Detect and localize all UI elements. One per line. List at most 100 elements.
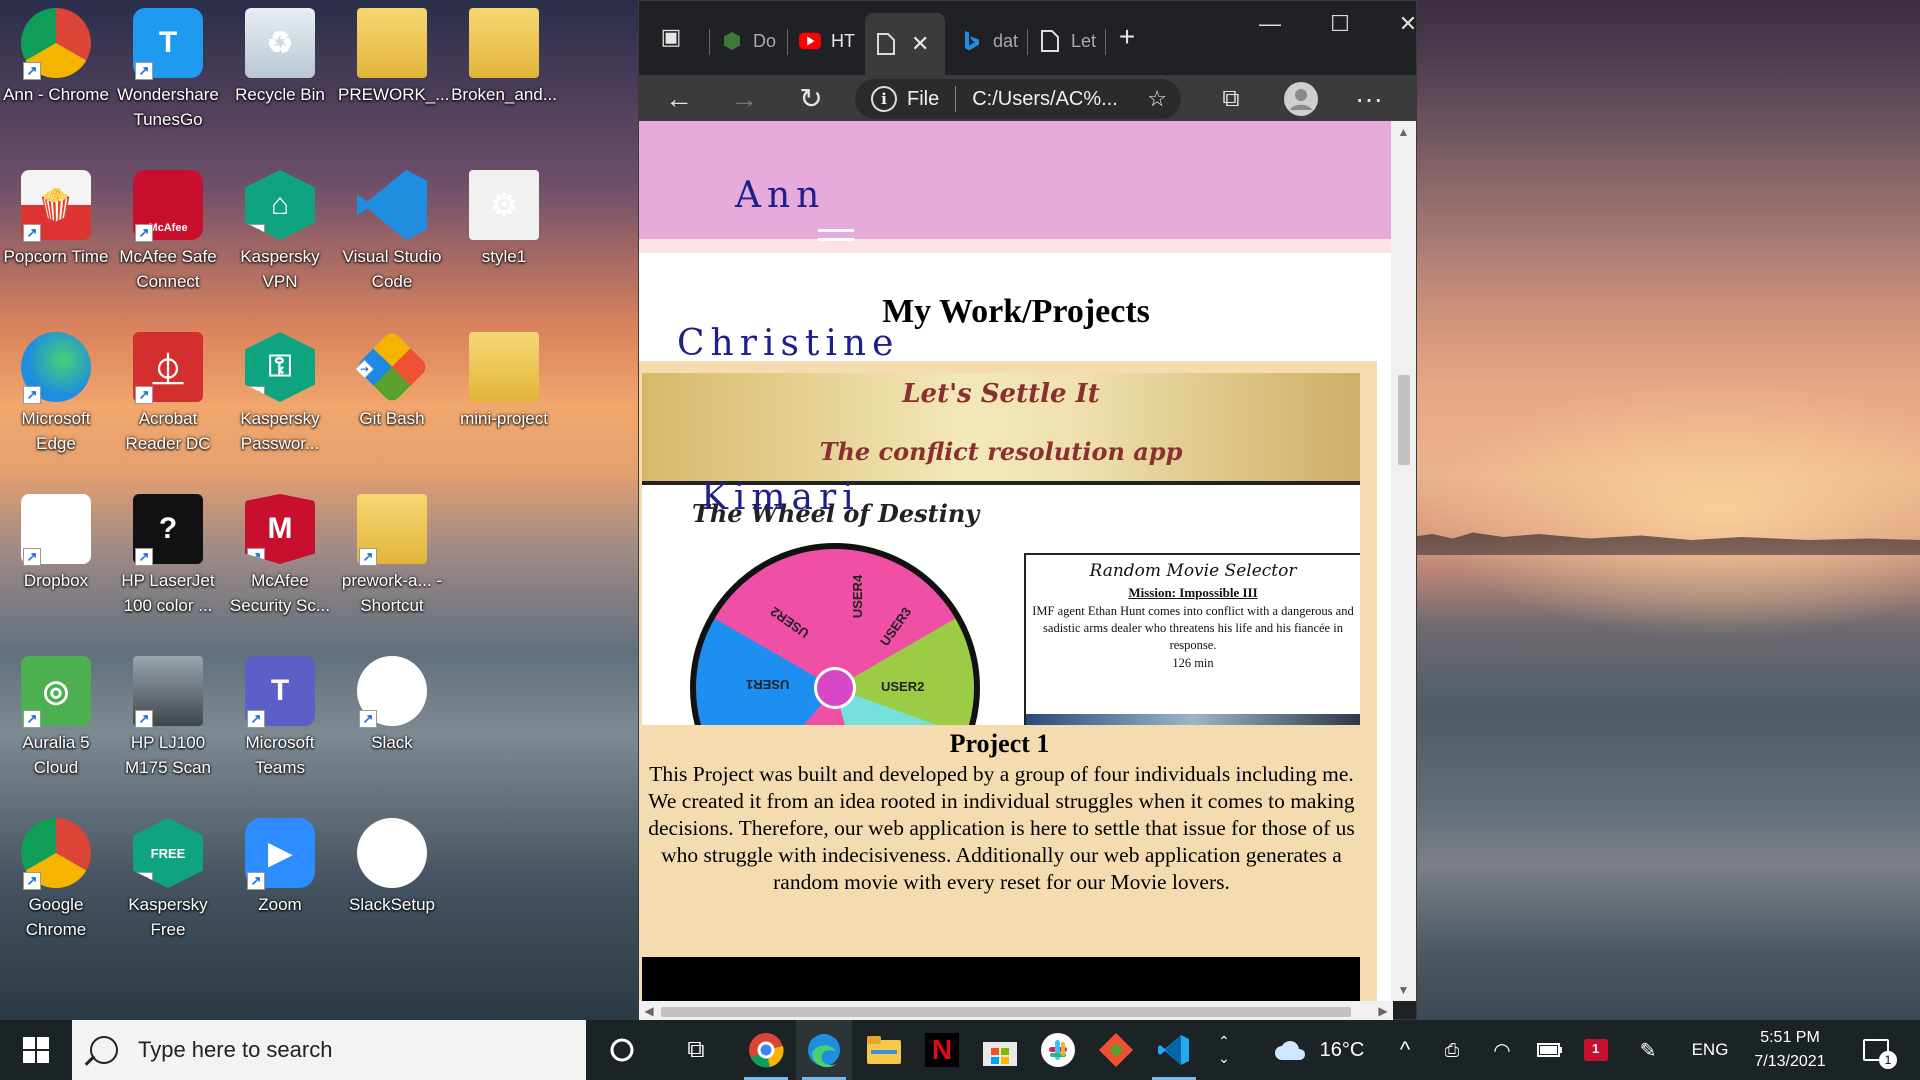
battery-icon[interactable] (1534, 1020, 1566, 1080)
desktop-icon-style1-file[interactable]: ⚙ style1 (450, 164, 558, 304)
shortcut-arrow-icon: ↗ (23, 62, 41, 80)
nav-toggle-icon[interactable] (818, 229, 854, 251)
pen-icon[interactable]: ✎ (1632, 1020, 1664, 1080)
visual-studio-code-icon: ↗ (357, 170, 427, 240)
desktop-icon-zoom[interactable]: ▶ ↗ Zoom (226, 812, 334, 952)
horizontal-scrollbar[interactable]: ◀ ▶ (639, 1001, 1393, 1021)
more-menu-icon[interactable]: ··· (1351, 81, 1387, 117)
desktop-icon-label: Ann - Chrome (3, 85, 109, 104)
address-bar[interactable]: i File C:/Users/AC%... ☆ (855, 79, 1181, 119)
kaspersky-password-icon: ⚿ ↗ (245, 332, 315, 402)
scroll-thumb[interactable] (1398, 375, 1410, 465)
address-url[interactable]: C:/Users/AC%... (972, 88, 1118, 111)
desktop-icon-mcafee-security-scan[interactable]: M ↗ McAfee Security Sc... (226, 488, 334, 628)
desktop-icon-mini-project-folder[interactable]: mini-project (450, 326, 558, 466)
wheel-spin-button[interactable] (814, 667, 856, 709)
wheel-of-destiny[interactable]: USER4 USER3 USER2 USER1 USER2 (690, 543, 980, 725)
profile-icon[interactable] (1283, 81, 1319, 117)
desktop-icon-hp-laserjet[interactable]: ? ↗ HP LaserJet 100 color ... (114, 488, 222, 628)
desktop-icon-slack-setup[interactable]: ✱ SlackSetup (338, 812, 446, 952)
tab-3-close-icon[interactable]: ✕ (911, 31, 929, 57)
new-tab-icon[interactable]: + (1109, 19, 1145, 55)
desktop-icon-slack[interactable]: ✱ ↗ Slack (338, 650, 446, 790)
desktop-icon-broken-and-folder[interactable]: Broken_and... (450, 2, 558, 142)
start-button[interactable] (0, 1020, 72, 1080)
shortcut-arrow-icon: ↗ (247, 872, 265, 890)
desktop-icon-microsoft-edge[interactable]: ↗ Microsoft Edge (2, 326, 110, 466)
back-icon[interactable]: ← (661, 81, 697, 117)
taskbar-scroll-icon[interactable]: ⌃ ⌄ (1212, 1020, 1236, 1080)
task-view-icon[interactable]: ⧉ (668, 1020, 724, 1080)
clock[interactable]: 5:51 PM 7/13/2021 (1740, 1020, 1840, 1080)
meet-now-icon[interactable]: ⎙ (1436, 1020, 1468, 1080)
shortcut-arrow-icon: ↗ (135, 710, 153, 728)
desktop-icon-prework-folder[interactable]: PREWORK_... (338, 2, 449, 142)
desktop-icon-ann-chrome[interactable]: ↗ Ann - Chrome (2, 2, 110, 142)
tab-4[interactable]: dat (951, 17, 1025, 65)
show-hidden-icons[interactable]: ^ (1390, 1020, 1420, 1080)
taskbar-git[interactable] (1088, 1020, 1144, 1080)
taskbar-netflix[interactable]: N (914, 1020, 970, 1080)
desktop-icon-auralia-cloud[interactable]: ◎ ↗ Auralia 5 Cloud (2, 650, 110, 790)
taskbar-chrome[interactable] (738, 1020, 794, 1080)
minimize-icon[interactable]: — (1243, 9, 1297, 39)
scroll-up-icon[interactable]: ▲ (1391, 121, 1416, 143)
desktop-icon-kaspersky-free[interactable]: FREE ↗ Kaspersky Free (114, 812, 222, 952)
desktop-icon-recycle-bin[interactable]: ♻ Recycle Bin (226, 2, 334, 142)
weather-temp[interactable]: 16°C (1312, 1020, 1372, 1080)
favorite-add-icon[interactable]: ☆ (1147, 86, 1167, 112)
popcorn-time-icon: 🍿 ↗ (21, 170, 91, 242)
desktop-icon-kaspersky-password[interactable]: ⚿ ↗ Kaspersky Passwor... (226, 326, 334, 466)
cortana-icon[interactable] (594, 1020, 650, 1080)
taskbar-vscode[interactable] (1146, 1020, 1202, 1080)
tab-2-label: HT (831, 30, 855, 51)
hscroll-thumb[interactable] (661, 1007, 1351, 1017)
movie-selector-title: Random Movie Selector (1089, 561, 1297, 581)
scroll-down-icon[interactable]: ▼ (1391, 979, 1416, 1001)
scroll-right-icon[interactable]: ▶ (1373, 1001, 1393, 1021)
language-indicator[interactable]: ENG (1688, 1020, 1732, 1080)
desktop-icon-prework-shortcut[interactable]: ↗ prework-a... - Shortcut (338, 488, 446, 628)
desktop-icon-visual-studio-code[interactable]: ↗ Visual Studio Code (338, 164, 446, 304)
weather-icon[interactable] (1270, 1020, 1310, 1080)
tab-actions-icon[interactable]: ▣ (653, 19, 689, 55)
microsoft-teams-icon: T ↗ (245, 656, 315, 728)
taskbar-file-explorer[interactable] (856, 1020, 912, 1080)
tab-5[interactable]: Let (1029, 17, 1103, 65)
tab-3-active[interactable]: ✕ (865, 13, 945, 75)
notifications-icon[interactable]: 1 (1852, 1020, 1900, 1080)
name-first: Ann (735, 175, 826, 216)
project-screenshot[interactable]: Let's Settle It The conflict resolution … (642, 373, 1360, 725)
info-icon[interactable]: i (871, 86, 897, 112)
shortcut-arrow-icon: ↗ (23, 872, 41, 890)
movie-description: IMF agent Ethan Hunt comes into conflict… (1032, 604, 1354, 652)
desktop-icon-kaspersky-vpn[interactable]: ⌂ ↗ Kaspersky VPN (226, 164, 334, 304)
desktop-icon-acrobat-reader[interactable]: ⏂ ↗ Acrobat Reader DC (114, 326, 222, 466)
vertical-scrollbar[interactable]: ▲ ▼ (1391, 121, 1416, 1001)
forward-icon[interactable]: → (726, 81, 762, 117)
refresh-icon[interactable]: ↻ (793, 81, 829, 117)
collections-icon[interactable]: ⧉ (1213, 81, 1249, 117)
scroll-left-icon[interactable]: ◀ (639, 1001, 659, 1021)
next-project-preview (642, 957, 1360, 1001)
desktop-icon-mcafee-safe-connect[interactable]: McAfee ↗ McAfee Safe Connect (114, 164, 222, 304)
desktop-icon-dropbox[interactable]: ◆ ↗ Dropbox (2, 488, 110, 628)
desktop-icon-git-bash[interactable]: ↗ Git Bash (338, 326, 446, 466)
desktop-icon-popcorn-time[interactable]: 🍿 ↗ Popcorn Time (2, 164, 110, 304)
taskbar-store[interactable] (972, 1020, 1028, 1080)
tab-1[interactable]: Do (711, 17, 785, 65)
bing-icon (961, 30, 983, 52)
taskbar-edge[interactable] (796, 1020, 852, 1080)
taskbar-slack[interactable] (1030, 1020, 1086, 1080)
broken-and-folder-icon (469, 8, 539, 78)
desktop-icon-microsoft-teams[interactable]: T ↗ Microsoft Teams (226, 650, 334, 790)
tab-2[interactable]: HT (789, 17, 859, 65)
close-window-icon[interactable]: ✕ (1381, 9, 1435, 39)
mcafee-tray-icon[interactable]: 1 (1580, 1020, 1612, 1080)
desktop-icon-wondershare-tunesgo[interactable]: T ↗ Wondershare TunesGo (114, 2, 222, 142)
taskbar-search[interactable]: Type here to search (72, 1020, 586, 1080)
wifi-icon[interactable]: ◠ (1486, 1020, 1518, 1080)
maximize-icon[interactable]: ☐ (1313, 9, 1367, 39)
desktop-icon-google-chrome[interactable]: ↗ Google Chrome (2, 812, 110, 952)
desktop-icon-hp-scan[interactable]: ↗ HP LJ100 M175 Scan (114, 650, 222, 790)
